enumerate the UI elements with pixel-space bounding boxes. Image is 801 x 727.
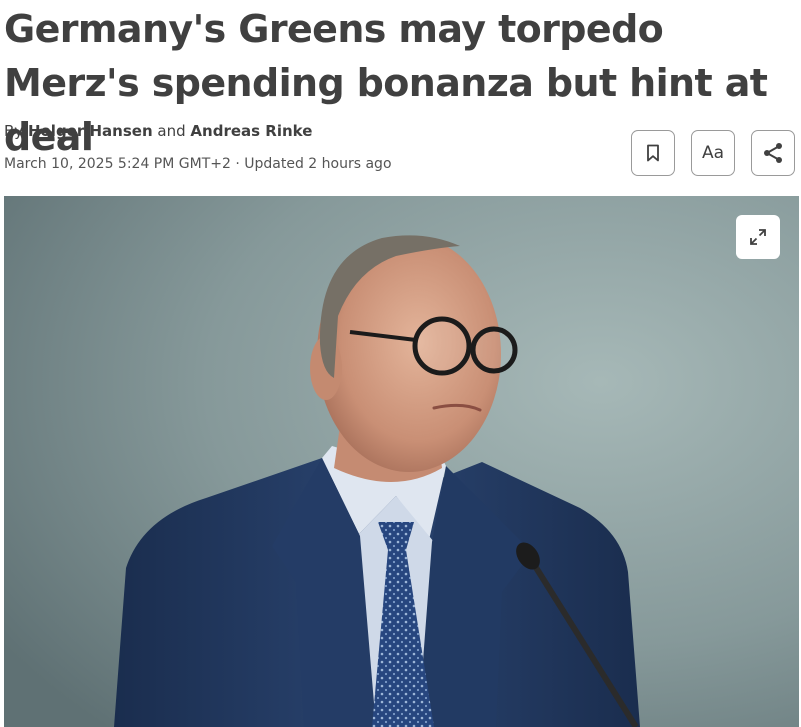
share-icon	[764, 143, 782, 163]
byline-connector: and	[157, 122, 186, 140]
expand-icon	[750, 229, 766, 245]
bookmark-icon	[647, 144, 659, 162]
dateline: March 10, 2025 5:24 PM GMT+2 · Updated 2…	[4, 156, 392, 172]
dateline-separator: ·	[235, 156, 240, 172]
author-link-andreas-rinke[interactable]: Andreas Rinke	[190, 122, 312, 140]
updated-timestamp: Updated 2 hours ago	[244, 156, 392, 172]
expand-image-button[interactable]	[736, 215, 780, 259]
published-timestamp: March 10, 2025 5:24 PM GMT+2	[4, 156, 231, 172]
article-photo[interactable]	[4, 196, 799, 727]
bookmark-button[interactable]	[631, 130, 675, 176]
portrait-photo	[4, 196, 799, 727]
byline: By Holger Hansen and Andreas Rinke	[4, 122, 312, 140]
share-button[interactable]	[751, 130, 795, 176]
text-size-button[interactable]: Aa	[691, 130, 735, 176]
text-size-label: Aa	[701, 143, 725, 163]
byline-prefix: By	[4, 122, 24, 140]
author-link-holger-hansen[interactable]: Holger Hansen	[28, 122, 153, 140]
